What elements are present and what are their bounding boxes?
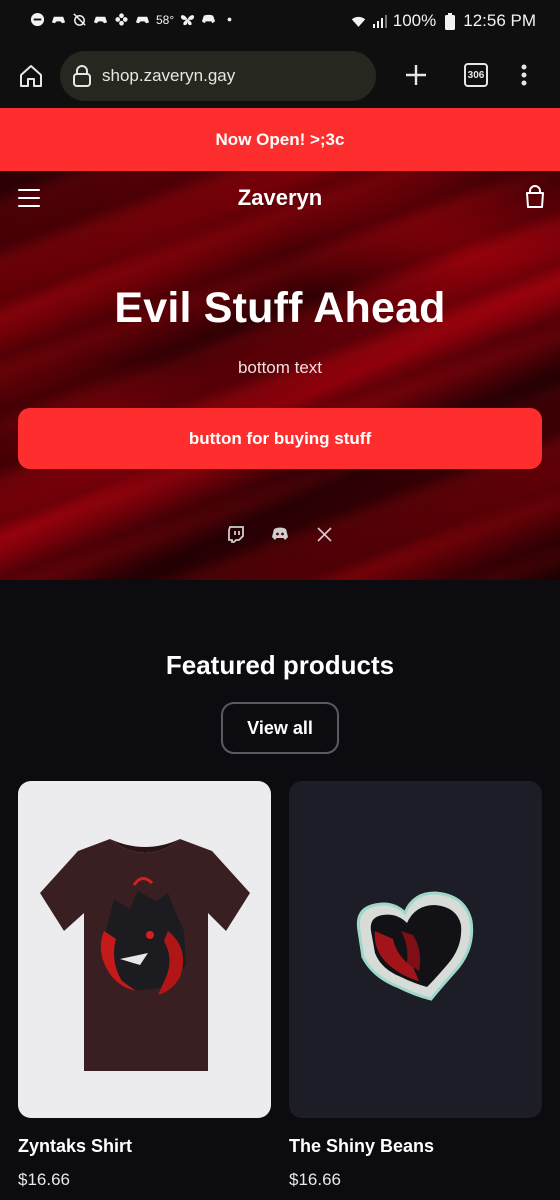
cart-icon[interactable]	[524, 185, 546, 209]
dot-icon	[222, 12, 237, 27]
home-icon	[20, 65, 42, 87]
discord-icon[interactable]	[271, 525, 289, 543]
featured-title: Featured products	[165, 650, 395, 680]
hero-banner: Zaveryn Evil Stuff Ahead bottom text but…	[0, 171, 560, 580]
url-text: shop.zaveryn.gay	[102, 66, 236, 85]
flower-icon	[114, 12, 129, 27]
social-links	[0, 525, 560, 543]
plus-icon	[406, 65, 426, 85]
sticker-image	[356, 891, 474, 1001]
battery-icon	[442, 12, 457, 30]
hero-subtitle: bottom text	[237, 358, 323, 377]
hero-title: Evil Stuff Ahead	[114, 284, 446, 332]
game-icon	[135, 12, 150, 27]
butterfly-icon	[180, 12, 195, 27]
x-icon[interactable]	[315, 525, 333, 543]
alarm-off-icon	[72, 12, 87, 27]
twitch-icon[interactable]	[227, 525, 245, 543]
status-bar: 58° 100% 12:56 PM	[0, 0, 560, 46]
lock-icon	[72, 63, 94, 89]
site-logo[interactable]: Zaveryn	[0, 185, 560, 211]
tab-count-button[interactable]: 306	[464, 63, 488, 87]
more-vert-icon	[521, 64, 527, 86]
game-icon	[51, 12, 66, 27]
product-price: $16.66	[289, 1170, 341, 1189]
announcement-text: Now Open! >;3c	[215, 129, 345, 149]
home-button[interactable]	[14, 59, 48, 93]
notification-icons: 58°	[30, 12, 237, 27]
announcement-bar: Now Open! >;3c	[0, 108, 560, 171]
product-name[interactable]: Zyntaks Shirt	[18, 1136, 132, 1157]
address-bar[interactable]: shop.zaveryn.gay	[60, 51, 376, 101]
product-price: $16.66	[18, 1170, 70, 1189]
browser-toolbar: shop.zaveryn.gay 306	[0, 46, 560, 108]
clock: 12:56 PM	[463, 11, 536, 30]
system-icons: 100% 12:56 PM	[351, 11, 536, 31]
discord-icon	[201, 12, 216, 27]
wifi-icon	[351, 14, 366, 29]
new-tab-button[interactable]	[400, 59, 432, 91]
dnd-icon	[30, 12, 45, 27]
game-icon	[93, 12, 108, 27]
product-image-shirt[interactable]	[18, 781, 271, 1118]
buy-button[interactable]: button for buying stuff	[18, 408, 542, 469]
signal-icon	[372, 14, 387, 29]
tshirt-image	[40, 839, 250, 1071]
temperature: 58°	[156, 12, 175, 27]
product-name[interactable]: The Shiny Beans	[289, 1136, 434, 1157]
battery-percent: 100%	[392, 11, 437, 30]
view-all-button[interactable]: View all	[221, 702, 339, 754]
browser-menu-button[interactable]	[512, 59, 536, 91]
product-image-sticker[interactable]	[289, 781, 542, 1118]
